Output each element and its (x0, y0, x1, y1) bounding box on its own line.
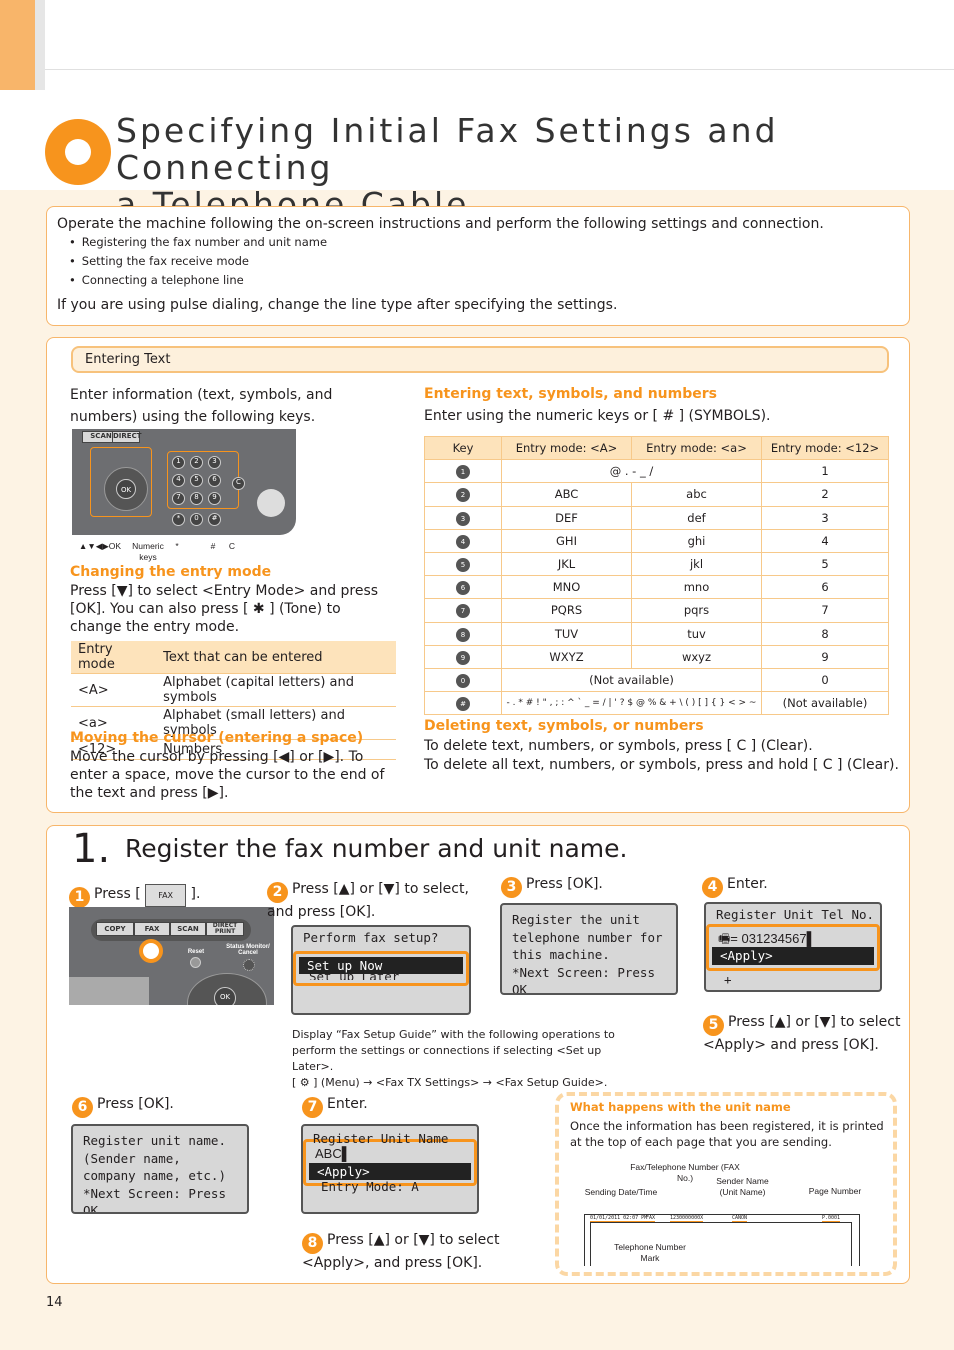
key-table: Key Entry mode: <A> Entry mode: <a> Entry m… (424, 435, 889, 716)
substep-7: 7 Enter. (302, 1095, 368, 1118)
key-table-row: 0 (Not available) 0 (424, 667, 889, 693)
sample-mark: FAX (646, 1215, 656, 1222)
fax-setup-note: Display “Fax Setup Guide” with the follo… (292, 1028, 615, 1089)
key-3-icon: 3 (456, 511, 470, 526)
scan-button: SCAN (170, 922, 206, 936)
gray-tab (35, 0, 45, 90)
title-bullet-icon (45, 119, 111, 185)
fax-key-icon: FAX (145, 884, 187, 907)
deleting-title: Deleting text, symbols, or numbers (424, 718, 704, 734)
bullet: Registering the fax number and unit name (69, 233, 899, 252)
sample-number: 1230000000X (670, 1215, 704, 1222)
fax-number-icon: 🖷 (718, 930, 731, 946)
substep-3: 3 Press [OK]. (501, 875, 603, 898)
info-text: Once the information has been registered… (570, 1119, 884, 1149)
label-hash: # (210, 541, 216, 551)
moving-cursor-title: Moving the cursor (entering a space) (70, 730, 364, 746)
entering-chars-title: Entering text, symbols, and numbers (424, 386, 717, 402)
label-clear: C (228, 541, 236, 551)
key-table-row: 2 ABC abc 2 (424, 482, 889, 507)
status-monitor-label: Status Monitor/ Cancel (226, 944, 270, 956)
key-9-icon: 9 (456, 650, 470, 665)
copy-button: COPY (96, 922, 134, 936)
sample-name: CANON (732, 1215, 748, 1222)
key-#-icon: # (456, 697, 470, 712)
bullet: Setting the fax receive mode (69, 252, 899, 271)
intro-note: If you are using pulse dialing, change t… (57, 297, 618, 313)
reset-label: Reset (187, 949, 205, 955)
changing-mode-title: Changing the entry mode (70, 564, 272, 580)
step-title: Register the fax number and unit name. (125, 834, 628, 863)
key-table-row: # - . * # ! " , ; : ^ ` _ = / | ' ? $ @ %… (424, 691, 889, 716)
label-arrows-ok: ▲▼◀▶OK (78, 541, 122, 551)
entering-intro: Enter information (text, symbols, and nu… (70, 387, 333, 425)
key-8-icon: 8 (456, 627, 470, 642)
sample-page-number: P.0001 (822, 1215, 841, 1222)
key-table-row: 9 WXYZ wxyz 9 (424, 644, 889, 669)
label-numeric-keys: Numeric keys (132, 541, 164, 562)
ok-button: OK (214, 987, 236, 1005)
status-monitor-button (243, 959, 255, 971)
lcd-screen-2: Perform fax setup? Set up NowSet up Late… (291, 925, 471, 1015)
intro-box: Operate the machine following the on-scr… (46, 206, 910, 326)
lcd-screen-4: Register Unit Tel No. 🖷= 031234567▌ <Appl… (704, 902, 882, 992)
changing-mode-text: Press [▼] to select <Entry Mode> and pre… (70, 583, 379, 635)
key-7-icon: 7 (456, 604, 470, 619)
substep-2: 2 Press [▲] or [▼] to select, and press [… (267, 881, 469, 920)
substep-6: 6 Press [OK]. (72, 1095, 174, 1118)
deleting-text: To delete text, numbers, or symbols, pre… (424, 738, 899, 773)
key-table-row: 3 DEF def 3 (424, 505, 889, 530)
label-page-number: Page Number (808, 1186, 862, 1196)
lcd-screen-6: Register unit name. (Sender name, company … (71, 1124, 249, 1214)
key-5-icon: 5 (456, 558, 470, 573)
step-number: 1. (72, 826, 111, 872)
entering-chars-text: Enter using the numeric keys or [ # ] (S… (424, 408, 771, 424)
key-table-row: 1 @ . - _ /1 (424, 459, 889, 484)
reset-button (190, 957, 201, 968)
key-2-icon: 2 (456, 488, 470, 503)
key-1-icon: 1 (456, 465, 470, 480)
label-sender-name: Sender Name (Unit Name) (716, 1176, 769, 1197)
substep-1: 1 Press [ FAX ]. (69, 884, 200, 908)
label-tel-mark: Telephone Number Mark (614, 1242, 686, 1263)
control-panel-image: SCAN DIRECT OK 123 456 789 * 0 # C (72, 429, 296, 535)
page-number: 14 (46, 1295, 63, 1310)
intro-text: Operate the machine following the on-scr… (57, 216, 824, 232)
fax-panel-image: COPY FAX SCAN DIRECT PRINT Reset Status … (69, 907, 274, 1005)
key-table-row: 5 JKL jkl 5 (424, 551, 889, 577)
key-table-row: 7 PQRS pqrs 7 (424, 598, 889, 623)
moving-cursor-text: Move the cursor by pressing [◀] or [▶]. … (70, 749, 385, 801)
substep-8: 8 Press [▲] or [▼] to select <Apply>, and… (302, 1232, 500, 1271)
key-table-row: 4 GHI ghi 4 (424, 528, 889, 553)
orange-tab (0, 0, 35, 90)
substep-4: 4 Enter. (702, 875, 768, 898)
key-table-row: 6 MNO mno 6 (424, 575, 889, 600)
label-date-time: Sending Date/Time (584, 1187, 658, 1197)
bullet: Connecting a telephone line (69, 271, 899, 290)
key-4-icon: 4 (456, 534, 470, 549)
key-table-row: 8 TUV tuv 8 (424, 621, 889, 646)
sample-date: 01/01/2011 02:07 PM (590, 1215, 648, 1222)
fax-button: FAX (134, 922, 170, 936)
hand-pointer-icon (139, 939, 163, 963)
direct-print-button: DIRECT PRINT (206, 922, 244, 936)
lcd-screen-7: Register Unit Name ABC▌ <Apply> Entry Mod… (301, 1124, 479, 1214)
key-0-icon: 0 (456, 673, 470, 688)
substep-5: 5 Press [▲] or [▼] to select <Apply> and … (703, 1014, 901, 1053)
key-6-icon: 6 (456, 581, 470, 596)
lcd-screen-3: Register the unit telephone number for thi… (500, 903, 678, 995)
label-star: * (175, 541, 179, 551)
header-line (45, 69, 954, 70)
info-title: What happens with the unit name (570, 1100, 791, 1114)
section-heading: Entering Text (71, 346, 889, 373)
